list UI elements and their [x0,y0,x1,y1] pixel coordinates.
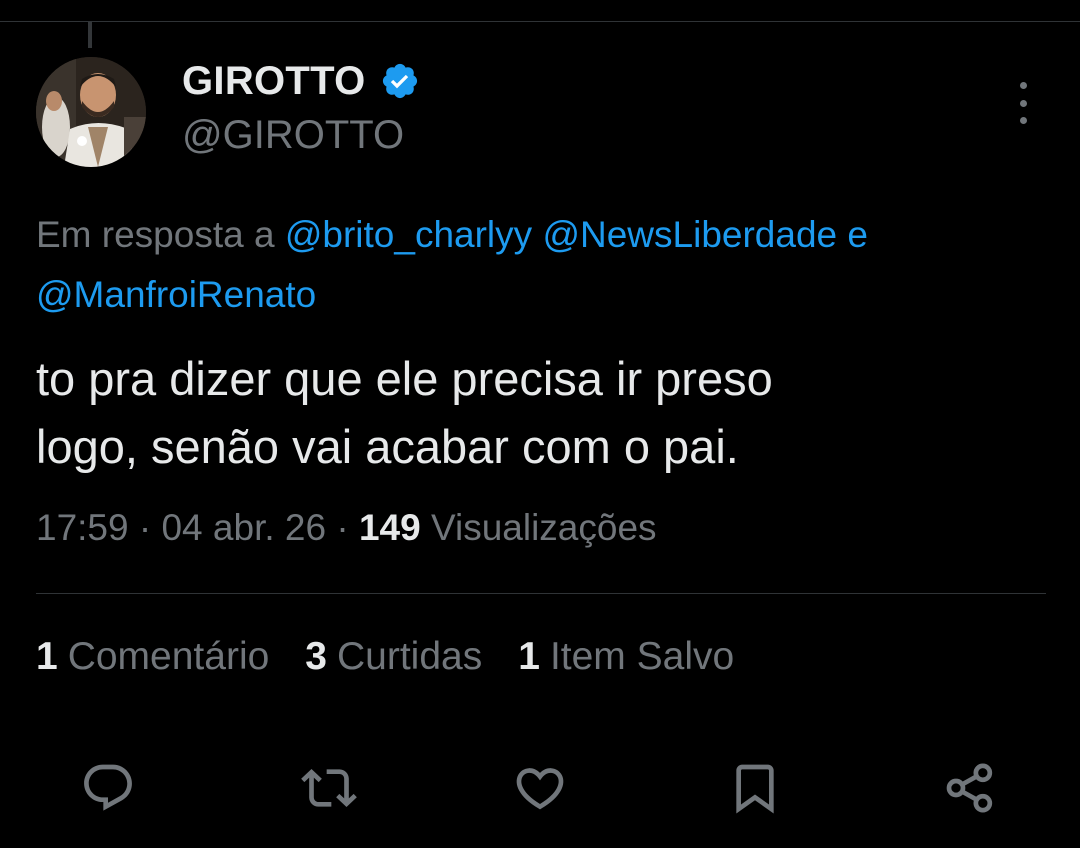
likes-stat[interactable]: 3 Curtidas [305,635,482,679]
comments-stat[interactable]: 1 Comentário [36,635,269,679]
avatar-photo [36,57,146,167]
stat-label: Item Salvo [549,635,735,678]
share-button[interactable] [938,756,1002,820]
meta-separator: · [138,507,152,548]
author-avatar[interactable] [36,57,146,167]
tweet-meta: 17:59 · 04 abr. 26 · 149 Visualizações [36,507,657,549]
stat-count: 1 [36,635,58,678]
reply-button[interactable] [76,756,140,820]
reply-conjunction: e [847,214,868,255]
stats-divider [36,593,1046,594]
mention-link[interactable]: @brito_charlyy [285,214,532,255]
author-display-name[interactable]: GIROTTO [182,59,366,104]
tweet-text-line: logo, senão vai acabar com o pai. [36,420,739,473]
bookmark-icon [736,764,774,814]
verified-badge-icon [380,61,420,101]
stat-label: Curtidas [337,635,483,678]
author-handle[interactable]: @GIROTTO [182,113,404,158]
reply-prefix: Em resposta a [36,214,275,255]
meta-separator: · [336,507,349,548]
thread-connector-line [88,22,92,48]
tweet-text-line: to pra dizer que ele precisa ir preso [36,352,773,405]
share-icon [946,763,993,813]
like-button[interactable] [508,756,572,820]
more-dot [1019,82,1027,89]
action-bar [0,756,1080,820]
more-dot [1019,99,1027,107]
mention-link[interactable]: @ManfroiRenato [36,274,316,315]
tweet-date[interactable]: 04 abr. 26 [161,507,326,548]
bookmark-button[interactable] [723,756,787,820]
tweet-text: to pra dizer que ele precisa ir preso lo… [36,345,1046,481]
retweet-button[interactable] [297,756,361,820]
tweet-time[interactable]: 17:59 [36,507,129,548]
saves-stat[interactable]: 1 Item Salvo [518,635,734,679]
author-name-row: GIROTTO [182,58,420,104]
views-count: 149 [358,507,421,548]
more-dot [1019,117,1027,124]
retweet-icon [301,769,357,807]
more-options-icon[interactable] [1008,82,1038,124]
top-divider [0,21,1080,22]
reply-context: Em resposta a @brito_charlyy @NewsLiberd… [36,205,1066,325]
views-label: Visualizações [430,507,657,548]
stat-label: Comentário [67,635,270,678]
stat-count: 3 [305,635,327,678]
like-icon [516,768,564,810]
engagement-stats: 1 Comentário 3 Curtidas 1 Item Salvo [36,635,734,679]
reply-icon [84,764,132,811]
mention-link[interactable]: @NewsLiberdade [542,214,837,255]
stat-count: 1 [518,635,540,678]
